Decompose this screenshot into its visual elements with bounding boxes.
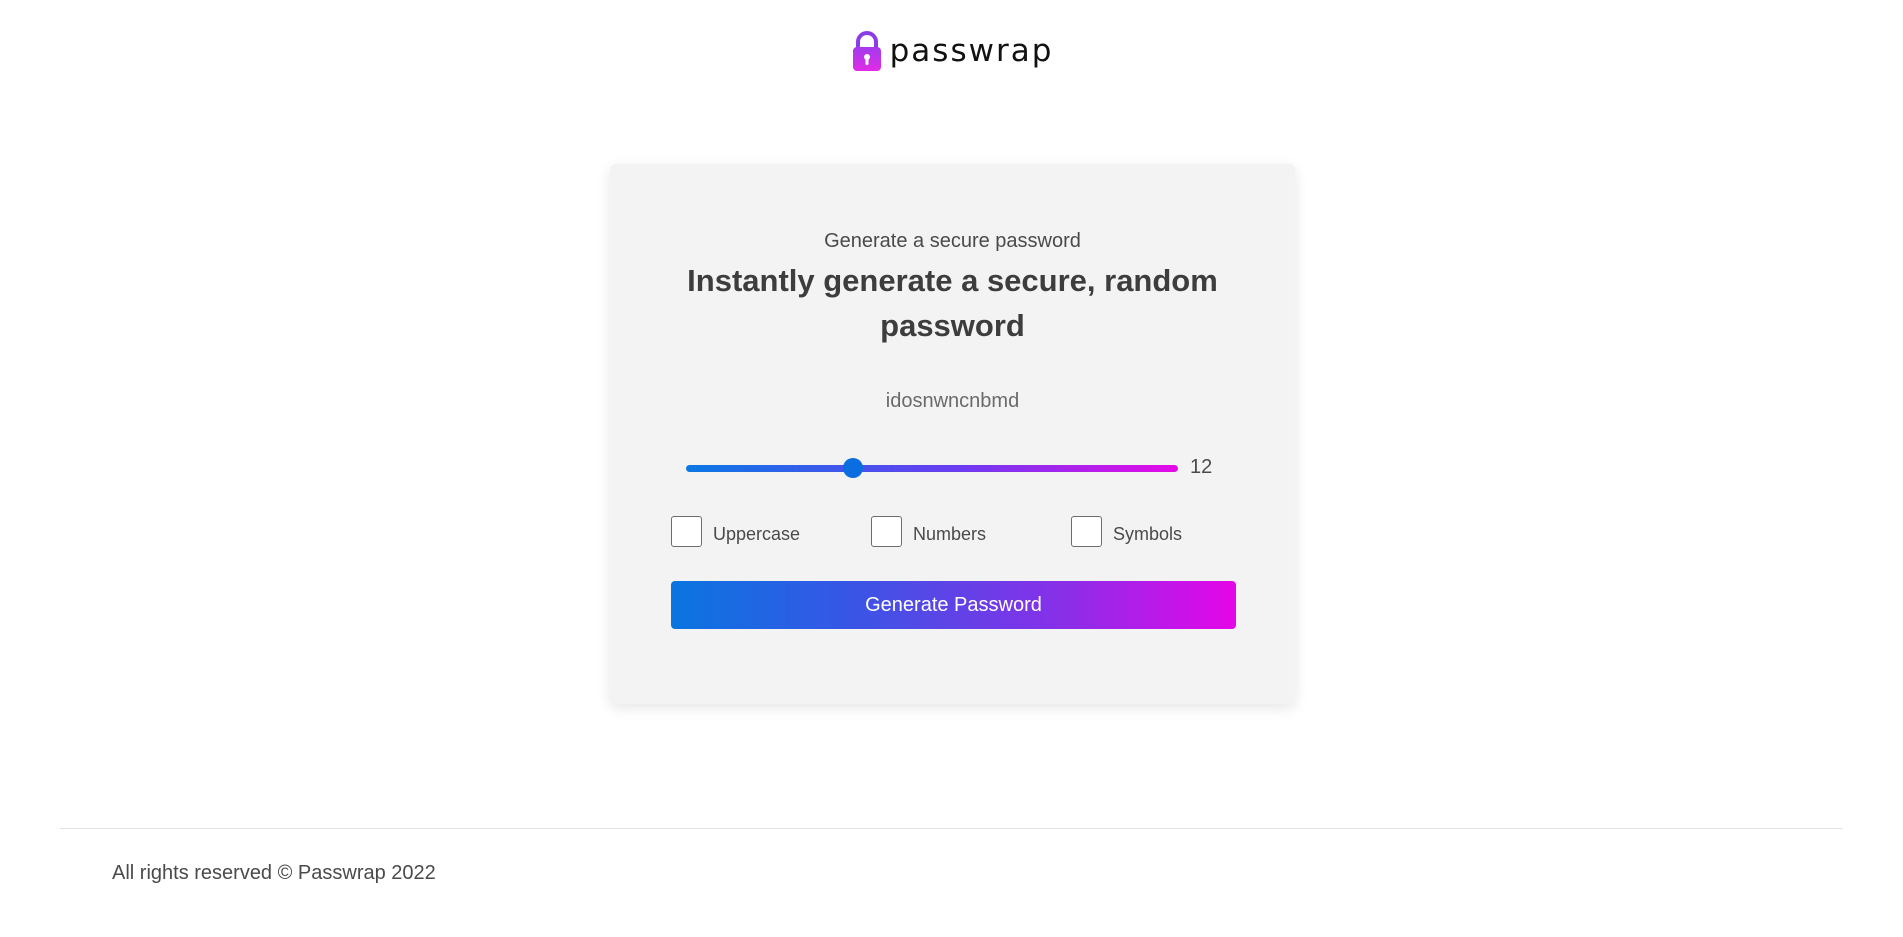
brand-name: passwrap	[889, 32, 1054, 69]
options-row: Uppercase Numbers Symbols	[671, 516, 1236, 550]
generate-password-button[interactable]: Generate Password	[671, 581, 1236, 629]
symbols-label: Symbols	[1113, 523, 1183, 544]
footer-divider	[60, 828, 1843, 829]
generator-card: Generate a secure password Instantly gen…	[610, 164, 1295, 704]
numbers-label: Numbers	[913, 523, 987, 544]
brand-logo[interactable]: passwrap	[850, 30, 1054, 72]
length-slider-row: 12	[686, 454, 1213, 484]
length-slider-thumb[interactable]	[843, 458, 864, 478]
generated-password[interactable]: idosnwncnbmd	[610, 390, 1295, 413]
length-slider-track[interactable]	[686, 465, 1178, 472]
option-symbols[interactable]: Symbols	[1071, 516, 1182, 547]
uppercase-label: Uppercase	[713, 523, 801, 544]
option-numbers[interactable]: Numbers	[871, 516, 986, 547]
footer-copyright: All rights reserved © Passwrap 2022	[112, 862, 436, 884]
header: passwrap	[0, 30, 1903, 72]
numbers-checkbox[interactable]	[871, 516, 902, 547]
card-title: Instantly generate a secure, random pass…	[687, 263, 1218, 343]
option-uppercase[interactable]: Uppercase	[671, 516, 800, 547]
symbols-checkbox[interactable]	[1071, 516, 1102, 547]
padlock-icon	[852, 31, 881, 71]
uppercase-checkbox[interactable]	[671, 516, 702, 547]
length-value: 12	[1190, 456, 1213, 478]
card-eyebrow: Generate a secure password	[824, 230, 1081, 252]
